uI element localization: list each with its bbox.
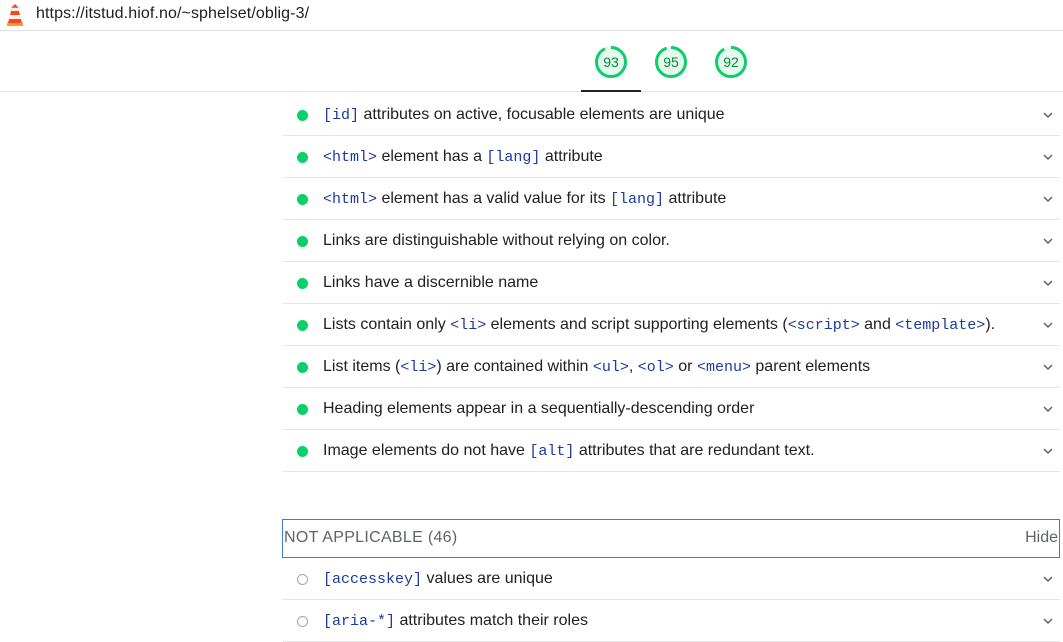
audit-title: Links are distinguishable without relyin… [323, 232, 670, 250]
code-snippet: <script> [787, 317, 860, 334]
audit-text: elements and script supporting elements … [486, 316, 788, 333]
score-value: 95 [663, 54, 679, 70]
not-applicable-status-icon [297, 574, 308, 585]
audit-text: attributes that are redundant text. [574, 442, 815, 459]
score-gauge-best-practices[interactable]: 92 [714, 45, 748, 79]
code-snippet: <menu> [696, 359, 751, 376]
code-snippet: [id] [323, 107, 360, 124]
audit-item[interactable]: [id] attributes on active, focusable ele… [283, 94, 1060, 136]
pass-status-icon [297, 404, 308, 415]
chevron-down-icon[interactable] [1042, 277, 1054, 289]
audit-text: element has a valid value for its [377, 190, 611, 207]
audit-text: , [628, 358, 638, 375]
audit-text: Links have a discernible name [323, 274, 539, 291]
code-snippet: <li> [400, 359, 437, 376]
audit-item[interactable]: Lists contain only <li> elements and scr… [283, 304, 1060, 346]
score-gauge-accessibility[interactable]: 95 [654, 45, 688, 79]
address-bar: https://itstud.hiof.no/~sphelset/oblig-3… [0, 0, 1063, 31]
score-header: 93 95 92 [0, 31, 1063, 92]
audit-text: Links are distinguishable without relyin… [323, 232, 670, 249]
pass-status-icon [297, 194, 308, 205]
code-snippet: [alt] [529, 443, 575, 460]
score-value: 92 [723, 54, 739, 70]
audit-title: [id] attributes on active, focusable ele… [323, 106, 725, 124]
audit-title: List items (<li>) are contained within <… [323, 358, 870, 376]
audit-text: List items ( [323, 358, 401, 375]
chevron-down-icon[interactable] [1042, 319, 1054, 331]
pass-status-icon [297, 110, 308, 121]
chevron-down-icon[interactable] [1042, 151, 1054, 163]
audit-item[interactable]: List items (<li>) are contained within <… [283, 346, 1060, 388]
chevron-down-icon[interactable] [1042, 193, 1054, 205]
audit-text: or [673, 358, 697, 375]
chevron-down-icon[interactable] [1042, 615, 1054, 627]
hide-button[interactable]: Hide [1025, 529, 1058, 547]
code-snippet: <html> [323, 149, 378, 166]
audit-text: Image elements do not have [323, 442, 530, 459]
audit-item[interactable]: Links are distinguishable without relyin… [283, 220, 1060, 262]
audit-text: and [859, 316, 896, 333]
audit-text: Heading elements appear in a sequentiall… [323, 400, 755, 417]
active-gauge-indicator [581, 90, 641, 92]
chevron-down-icon[interactable] [1042, 235, 1054, 247]
code-snippet: <ol> [637, 359, 674, 376]
code-snippet: [lang] [610, 191, 665, 208]
code-snippet: <li> [450, 317, 487, 334]
audit-item[interactable]: Links have a discernible name [283, 262, 1060, 304]
audit-text: attributes match their roles [395, 612, 588, 629]
audit-text: Lists contain only [323, 316, 451, 333]
chevron-down-icon[interactable] [1042, 109, 1054, 121]
score-value: 93 [603, 54, 619, 70]
code-snippet: [lang] [486, 149, 541, 166]
audit-item[interactable]: <html> element has a [lang] attribute [283, 136, 1060, 178]
audit-text: attributes on active, focusable elements… [359, 106, 725, 123]
pass-status-icon [297, 152, 308, 163]
not-applicable-group-header[interactable]: NOT APPLICABLE (46) Hide [282, 519, 1060, 558]
score-gauge-performance[interactable]: 93 [594, 45, 628, 79]
group-title: NOT APPLICABLE (46) [284, 529, 458, 546]
code-snippet: [accesskey] [323, 571, 423, 588]
code-snippet: <template> [895, 317, 986, 334]
chevron-down-icon[interactable] [1042, 445, 1054, 457]
audit-text: parent elements [750, 358, 871, 375]
chevron-down-icon[interactable] [1042, 573, 1054, 585]
audit-title: <html> element has a [lang] attribute [323, 148, 603, 166]
audit-title: [accesskey] values are unique [323, 570, 553, 588]
audit-title: [aria-*] attributes match their roles [323, 612, 588, 630]
pass-status-icon [297, 278, 308, 289]
audit-text: attribute [664, 190, 727, 207]
not-applicable-status-icon [297, 616, 308, 627]
audit-text: ) are contained within [436, 358, 593, 375]
audit-text: values are unique [422, 570, 553, 587]
audit-item[interactable]: Heading elements appear in a sequentiall… [283, 388, 1060, 430]
chevron-down-icon[interactable] [1042, 403, 1054, 415]
chevron-down-icon[interactable] [1042, 361, 1054, 373]
audit-item[interactable]: Image elements do not have [alt] attribu… [283, 430, 1060, 472]
audit-item[interactable]: [accesskey] values are unique [283, 558, 1060, 600]
passed-audits-list: [id] attributes on active, focusable ele… [283, 94, 1060, 472]
audit-text: attribute [540, 148, 603, 165]
not-applicable-audits-list: [accesskey] values are unique [aria-*] a… [283, 558, 1060, 642]
audit-title: Heading elements appear in a sequentiall… [323, 400, 754, 418]
code-snippet: <ul> [592, 359, 629, 376]
audit-title: Image elements do not have [alt] attribu… [323, 442, 815, 460]
code-snippet: <html> [323, 191, 378, 208]
audit-title: <html> element has a valid value for its… [323, 190, 726, 208]
audit-title: Lists contain only <li> elements and scr… [323, 316, 995, 334]
lighthouse-icon [6, 4, 24, 26]
pass-status-icon [297, 320, 308, 331]
page-url[interactable]: https://itstud.hiof.no/~sphelset/oblig-3… [36, 5, 309, 23]
pass-status-icon [297, 362, 308, 373]
pass-status-icon [297, 236, 308, 247]
audit-title: Links have a discernible name [323, 274, 538, 292]
audit-text: element has a [377, 148, 487, 165]
pass-status-icon [297, 446, 308, 457]
audit-text: ). [985, 316, 996, 333]
audit-item[interactable]: <html> element has a valid value for its… [283, 178, 1060, 220]
code-snippet: [aria-*] [323, 613, 396, 630]
